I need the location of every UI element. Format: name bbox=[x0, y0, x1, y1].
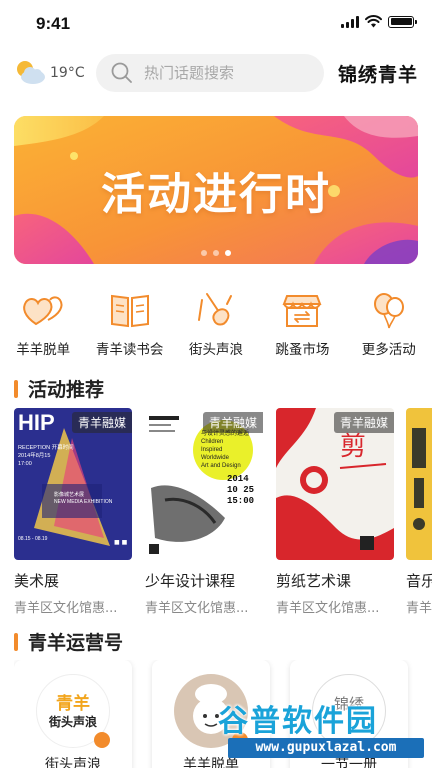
section-accent-bar bbox=[14, 632, 18, 651]
search-icon bbox=[111, 62, 132, 83]
operator-logo-text: 青羊 bbox=[56, 694, 90, 714]
quick-item-label: 街头声浪 bbox=[188, 342, 243, 358]
quick-item-flea-market[interactable]: 跳蚤市场 bbox=[259, 290, 345, 362]
status-bar: 9:41 bbox=[0, 0, 432, 46]
section-title: 青羊运营号 bbox=[28, 632, 124, 654]
balloons-icon bbox=[373, 293, 404, 329]
operator-name: 街头声浪 bbox=[45, 757, 101, 768]
brand-logo: 锦绣青羊 bbox=[337, 64, 418, 86]
activity-card[interactable]: 剪 青羊融媒 剪纸艺术课 青羊区文化馆惠... bbox=[276, 408, 394, 614]
activity-venue: 青羊区文化馆惠... bbox=[145, 601, 249, 614]
wifi-icon bbox=[365, 15, 382, 28]
watermark: 谷普软件园 www.gupuxlazal.com bbox=[218, 696, 428, 762]
activity-poster: 剪 青羊融媒 bbox=[276, 408, 394, 560]
watermark-url: www.gupuxlazal.com bbox=[228, 738, 424, 758]
activity-venue: 青羊区文化馆惠... bbox=[276, 601, 380, 614]
battery-icon bbox=[388, 15, 417, 28]
operator-logo-sub: 街头声浪 bbox=[48, 715, 97, 729]
quick-item-reading[interactable]: 青羊读书会 bbox=[86, 290, 172, 362]
poster-line: Worldwide bbox=[201, 455, 229, 461]
banner-title: 活动进行时 bbox=[101, 169, 331, 220]
activity-venue: 青羊区文化馆惠... bbox=[14, 601, 118, 614]
activity-card[interactable]: ■ ■ HIP RECEPTION 开幕时间 2014年8月15 17:00 影… bbox=[14, 408, 132, 614]
poster-line: Inspired bbox=[201, 447, 223, 453]
hearts-icon bbox=[23, 296, 63, 326]
status-time: 9:41 bbox=[36, 14, 71, 33]
activity-poster bbox=[406, 408, 432, 560]
quick-item-street-music[interactable]: 街头声浪 bbox=[173, 290, 259, 362]
guitar-icon bbox=[197, 293, 232, 326]
top-header: 19°C 锦绣青羊 bbox=[0, 52, 432, 96]
operator-card[interactable]: 青羊 街头声浪 街头声浪 bbox=[14, 660, 132, 768]
status-icons bbox=[341, 15, 417, 28]
book-icon bbox=[110, 294, 149, 328]
poster-text-block: RECEPTION 开幕时间 2014年8月15 17:00 bbox=[18, 444, 74, 468]
section-operators-header: 青羊运营号 bbox=[14, 628, 123, 655]
verified-badge-icon bbox=[94, 732, 110, 748]
activity-title: 少年设计课程 bbox=[145, 572, 236, 590]
poster-text-block: 与设计灵感的邂逅 Children Inspired Worldwide Art… bbox=[201, 430, 249, 470]
poster-line: Art and Design bbox=[201, 463, 241, 469]
quick-item-label: 更多活动 bbox=[361, 342, 416, 358]
quick-item-more[interactable]: 更多活动 bbox=[346, 290, 432, 362]
carousel-dot[interactable] bbox=[201, 250, 207, 256]
section-accent-bar bbox=[14, 379, 18, 398]
activity-card[interactable]: 与设计灵感的邂逅 Children Inspired Worldwide Art… bbox=[145, 408, 263, 614]
quick-nav: 羊羊脱单 青羊读书会 街头声浪 跳蚤市场 更多活动 bbox=[0, 290, 432, 362]
poster-line: 2014年8月15 bbox=[18, 453, 51, 459]
weather-widget[interactable]: 19°C bbox=[12, 58, 85, 88]
media-tag: 青羊融媒 bbox=[333, 412, 394, 433]
media-tag: 青羊融媒 bbox=[71, 412, 132, 433]
carousel-dot-active[interactable] bbox=[225, 250, 231, 256]
quick-item-dating[interactable]: 羊羊脱单 bbox=[0, 290, 86, 362]
poster-line: 影像城艺术展 bbox=[54, 492, 85, 498]
activity-poster: 与设计灵感的邂逅 Children Inspired Worldwide Art… bbox=[145, 408, 263, 560]
poster-line: Children bbox=[201, 439, 224, 445]
activity-poster: ■ ■ HIP RECEPTION 开幕时间 2014年8月15 17:00 影… bbox=[14, 408, 132, 560]
search-input[interactable] bbox=[144, 64, 314, 82]
cellular-signal-icon bbox=[341, 15, 359, 28]
activity-title: 剪纸艺术课 bbox=[276, 572, 352, 590]
quick-item-label: 跳蚤市场 bbox=[275, 342, 330, 358]
poster-line: 08.15 - 08.19 bbox=[18, 536, 48, 542]
watermark-name: 谷普软件园 bbox=[218, 704, 378, 739]
media-tag: 青羊融媒 bbox=[202, 412, 263, 433]
section-activities-header: 活动推荐 bbox=[14, 375, 104, 402]
partly-cloudy-icon bbox=[17, 61, 45, 84]
poster-date: 2014 10 25 15:00 bbox=[227, 474, 255, 506]
quick-item-label: 羊羊脱单 bbox=[16, 342, 71, 358]
poster-text-block: 影像城艺术展 NEW MEDIA EXHIBITION bbox=[54, 492, 112, 506]
activity-venue: 青羊 bbox=[406, 601, 432, 614]
svg-text:■ ■: ■ ■ bbox=[114, 539, 128, 546]
activity-card[interactable]: 音乐 青羊 bbox=[406, 408, 432, 614]
poster-line: NEW MEDIA EXHIBITION bbox=[54, 499, 113, 505]
search-bar[interactable] bbox=[96, 54, 324, 92]
activity-title: 音乐 bbox=[406, 572, 432, 590]
poster-line: RECEPTION 开幕时间 bbox=[18, 445, 74, 451]
banner-carousel[interactable]: 活动进行时 bbox=[14, 116, 418, 264]
carousel-dots bbox=[14, 250, 418, 256]
activity-title: 美术展 bbox=[14, 572, 60, 590]
activity-carousel[interactable]: ■ ■ HIP RECEPTION 开幕时间 2014年8月15 17:00 影… bbox=[14, 408, 432, 614]
poster-line: 17:00 bbox=[18, 461, 32, 467]
poster-headline: HIP bbox=[18, 410, 55, 435]
section-title: 活动推荐 bbox=[28, 379, 105, 401]
market-icon bbox=[282, 295, 322, 327]
quick-item-label: 青羊读书会 bbox=[95, 342, 164, 358]
temperature: 19°C bbox=[50, 65, 85, 81]
carousel-dot[interactable] bbox=[213, 250, 219, 256]
